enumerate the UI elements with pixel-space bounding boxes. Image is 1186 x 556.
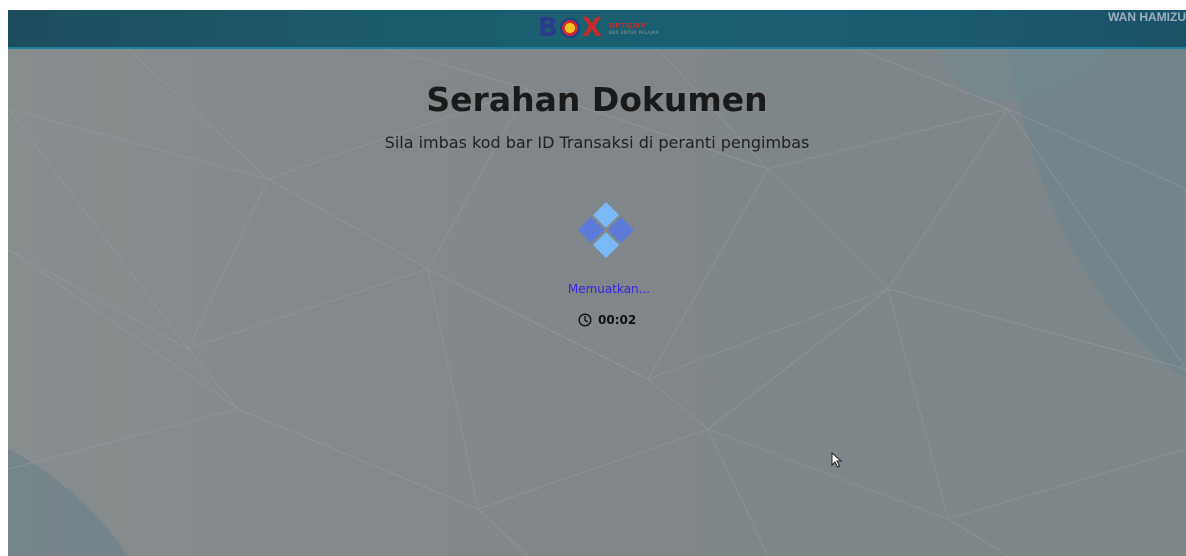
user-name[interactable]: WAN HAMIZU — [1108, 10, 1186, 24]
logo-tagline: DPTGWP — [608, 21, 647, 30]
loading-status-text: Memuatkan... — [567, 282, 651, 296]
app-logo[interactable]: B X DPTGWP BOX UNTUK PELAJAR — [538, 14, 659, 42]
mouse-cursor-icon — [831, 452, 843, 468]
logo-emblem-icon — [559, 18, 580, 38]
top-header-bar: B X DPTGWP BOX UNTUK PELAJAR WAN HAMIZU — [8, 10, 1186, 49]
elapsed-timer: 00:02 — [578, 313, 636, 327]
timer-value: 00:02 — [598, 313, 637, 327]
logo-letter-b: B — [538, 13, 558, 43]
logo-subtagline: BOX UNTUK PELAJAR — [608, 29, 659, 35]
app-frame: B X DPTGWP BOX UNTUK PELAJAR WAN HAMIZU — [8, 10, 1186, 556]
clock-icon — [578, 313, 592, 327]
logo-letter-x: X — [581, 13, 602, 43]
page-title: Serahan Dokumen — [426, 80, 768, 119]
diamond-spinner-icon — [578, 202, 634, 258]
background-pattern — [8, 49, 1186, 556]
page-subtitle: Sila imbas kod bar ID Transaksi di peran… — [384, 133, 810, 152]
